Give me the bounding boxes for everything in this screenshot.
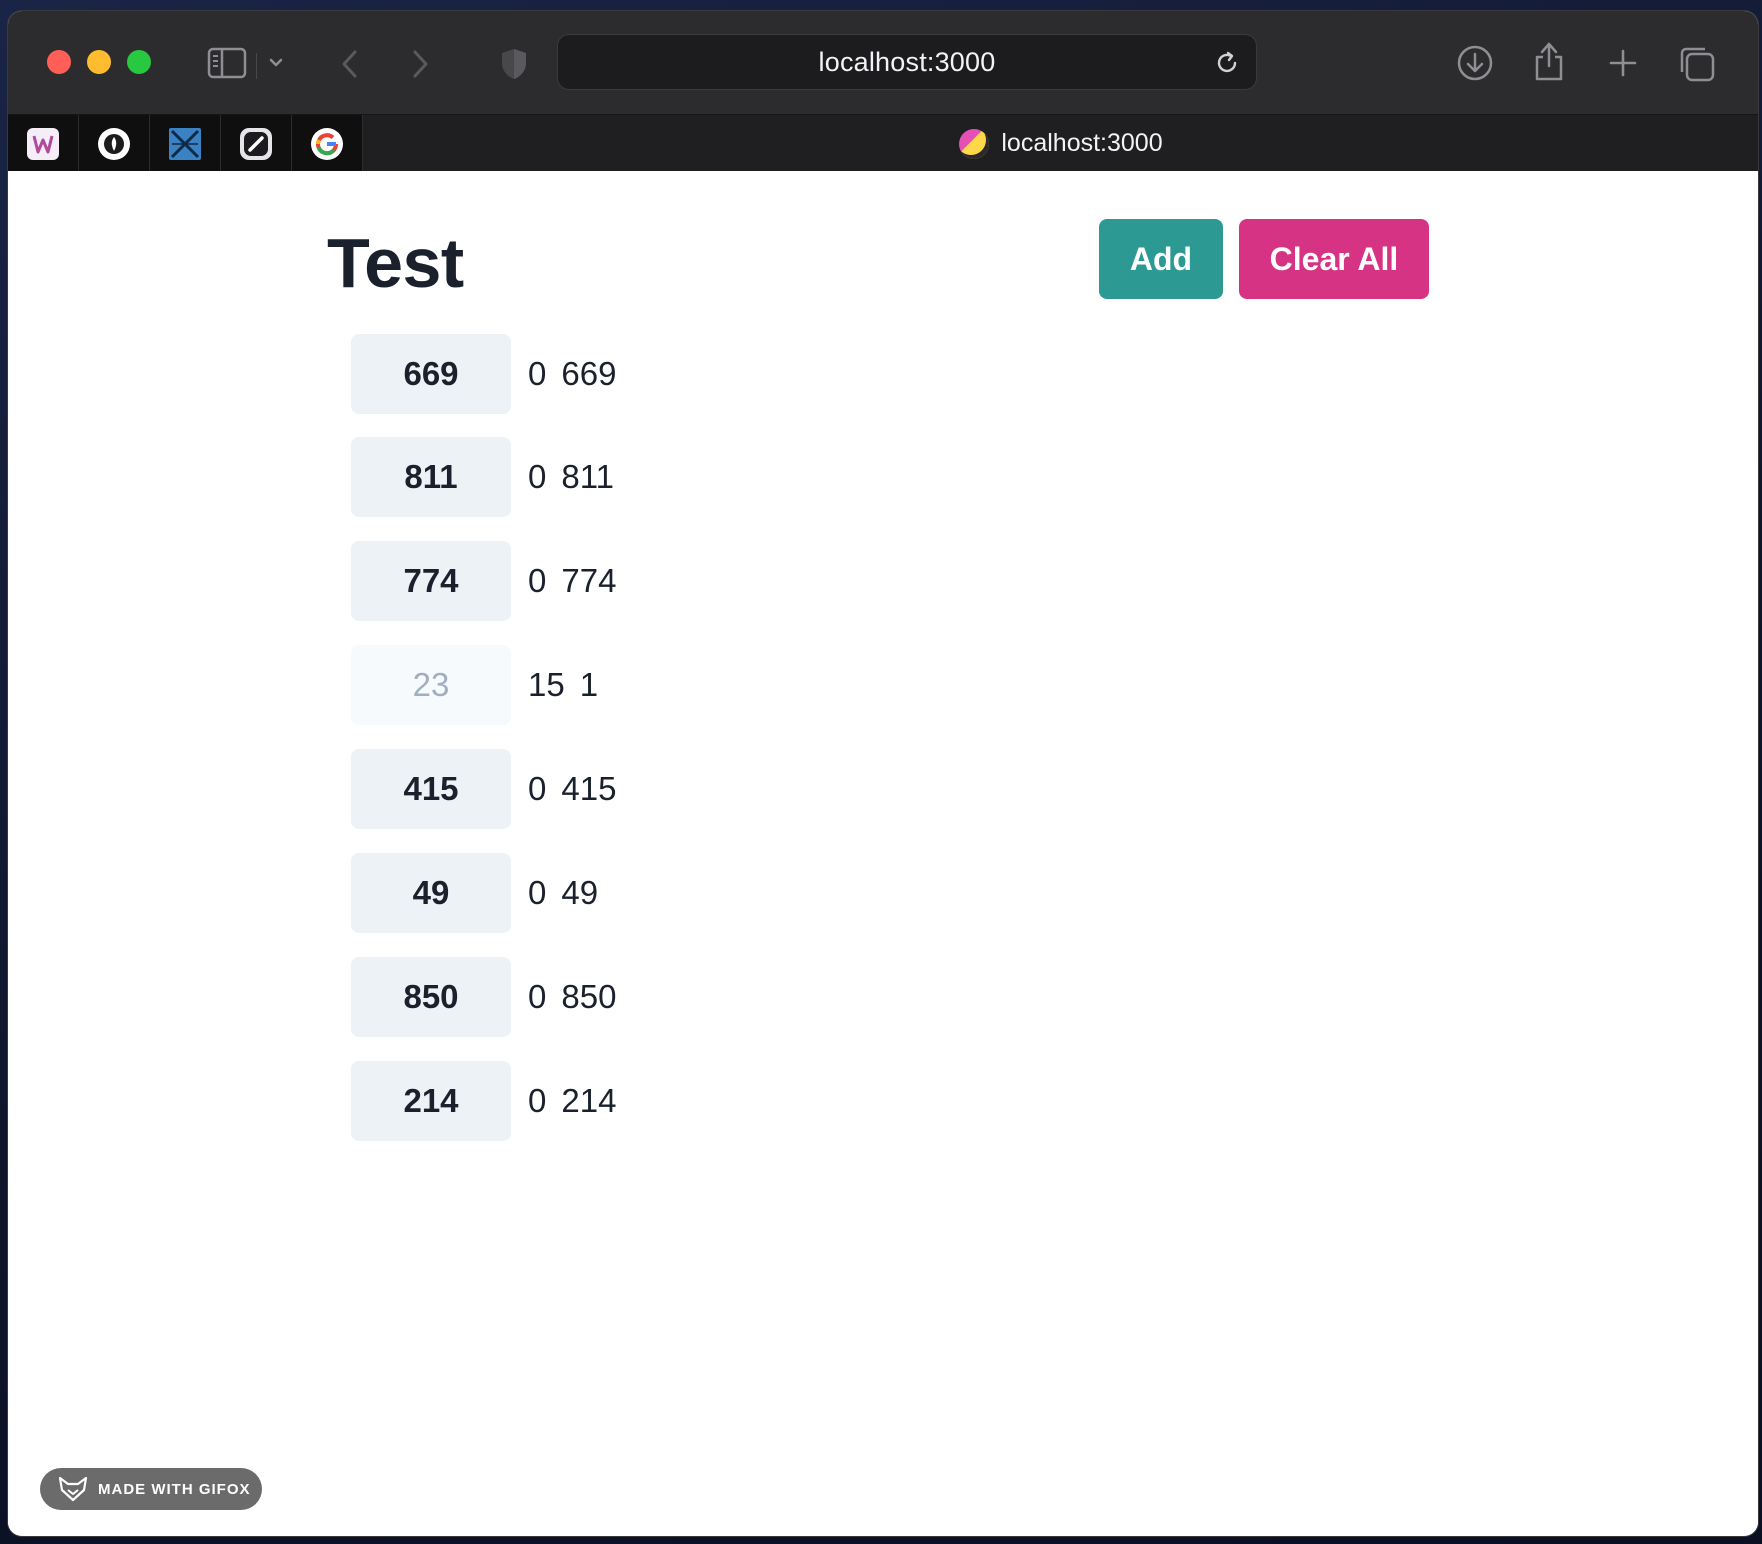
list-item: 214 0 214 [351,1061,616,1141]
favorite-5[interactable] [292,115,363,172]
active-tab[interactable]: localhost:3000 [364,115,1758,172]
item-count: 0 [528,978,547,1015]
item-value: 811 [561,458,614,495]
favorite-4[interactable] [221,115,292,172]
web-page: Test Add Clear All 669 0 669 811 0 811 774… [8,171,1758,1536]
item-chip[interactable]: 214 [351,1061,511,1141]
item-chip[interactable]: 669 [351,334,511,414]
wavy-logo-icon [27,127,59,160]
item-value: 774 [561,562,617,599]
back-arrow-icon[interactable] [332,44,368,84]
item-value: 1 [579,666,599,703]
gifox-watermark: MADE WITH GIFOX [40,1468,262,1510]
clear-all-button[interactable]: Clear All [1239,219,1429,299]
list-item: 811 0 811 [351,437,614,517]
desktop-background: localhost:3000 localhost:3000 Test Add C… [0,0,1762,1544]
item-count: 0 [528,874,547,911]
favorite-3[interactable] [150,115,221,172]
browser-window: localhost:3000 localhost:3000 Test Add C… [8,11,1758,1536]
item-chip[interactable]: 23 [351,645,511,725]
list-item: 23 15 1 [351,645,598,725]
reload-icon[interactable] [1212,48,1242,78]
item-chip[interactable]: 850 [351,957,511,1037]
item-value: 850 [561,978,617,1015]
item-meta: 0 669 [528,355,616,393]
pen-nib-icon [98,127,130,160]
item-meta: 0 214 [528,1082,616,1120]
item-meta: 0 774 [528,562,616,600]
watermark-label: MADE WITH GIFOX [98,1480,251,1498]
share-icon[interactable] [1529,38,1569,84]
close-window-button[interactable] [47,50,71,74]
minimize-window-button[interactable] [87,50,111,74]
item-count: 0 [528,458,547,495]
item-value: 49 [561,874,599,911]
item-meta: 0 811 [528,458,614,496]
item-count: 0 [528,1082,547,1119]
chevron-down-icon[interactable] [264,51,288,75]
add-button[interactable]: Add [1099,219,1223,299]
tab-title: localhost:3000 [1001,129,1163,157]
slash-logo-icon [240,127,272,160]
browser-toolbar: localhost:3000 [8,11,1758,114]
google-g-icon [311,127,343,160]
item-meta: 15 1 [528,666,598,704]
maximize-window-button[interactable] [127,50,151,74]
item-count: 15 [528,666,565,703]
item-chip[interactable]: 415 [351,749,511,829]
site-favicon-icon [959,128,990,159]
item-count: 0 [528,770,547,807]
sidebar-toggle-icon[interactable] [202,43,252,83]
list-item: 774 0 774 [351,541,616,621]
fox-icon [58,1476,88,1502]
item-meta: 0 49 [528,874,598,912]
item-chip[interactable]: 811 [351,437,511,517]
favorites-tab-bar: localhost:3000 [8,114,1758,172]
download-icon[interactable] [1454,42,1496,84]
new-tab-plus-icon[interactable] [1603,43,1643,83]
favorite-1[interactable] [8,115,79,172]
list-item: 49 0 49 [351,853,598,933]
privacy-shield-icon[interactable] [494,44,534,84]
list-item: 669 0 669 [351,334,616,414]
item-value: 415 [561,770,617,807]
tab-overview-icon[interactable] [1676,43,1718,85]
item-count: 0 [528,355,547,392]
forward-arrow-icon[interactable] [402,44,438,84]
item-value: 669 [561,355,617,392]
item-meta: 0 850 [528,978,616,1016]
list-item: 850 0 850 [351,957,616,1037]
item-value: 214 [561,1082,617,1119]
address-bar[interactable]: localhost:3000 [557,34,1257,90]
item-meta: 0 415 [528,770,616,808]
list-item: 415 0 415 [351,749,616,829]
blue-cross-icon [169,127,201,160]
address-text[interactable]: localhost:3000 [819,47,996,78]
item-chip[interactable]: 49 [351,853,511,933]
item-chip[interactable]: 774 [351,541,511,621]
favorite-2[interactable] [79,115,150,172]
toolbar-divider [256,53,257,79]
item-count: 0 [528,562,547,599]
page-title: Test [327,224,464,302]
